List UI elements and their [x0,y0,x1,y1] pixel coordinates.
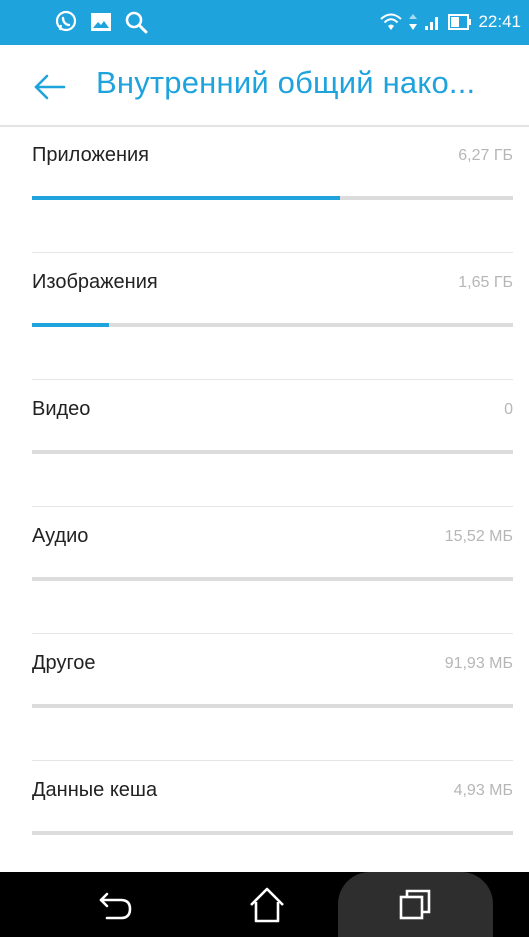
storage-item-size: 0 [504,401,513,418]
status-bar-system: 22:41 [380,6,521,38]
storage-usage-fill [32,196,340,200]
back-icon [99,892,132,919]
storage-item-size: 1,65 ГБ [458,274,513,291]
storage-category-list: Приложения 6,27 ГБ Изображения 1,65 ГБ В… [0,126,529,888]
storage-item-size: 15,52 МБ [444,528,513,545]
storage-item-label: Изображения [32,271,158,293]
storage-usage-bar [32,450,513,454]
storage-item-audio[interactable]: Аудио 15,52 МБ [32,507,513,634]
storage-item-label: Данные кеша [32,779,158,801]
storage-item-size: 4,93 МБ [453,782,513,799]
storage-usage-bar [32,831,513,835]
storage-usage-bar [32,323,513,327]
nav-back-button[interactable] [82,872,152,937]
recents-icon [399,889,431,919]
status-bar-notifications [54,6,148,38]
wifi-icon [380,13,403,31]
storage-item-cache[interactable]: Данные кеша 4,93 МБ [32,761,513,888]
arrow-left-icon [34,74,66,100]
storage-item-label: Другое [32,652,96,674]
storage-usage-bar [32,704,513,708]
storage-usage-fill [32,323,109,327]
storage-item-apps[interactable]: Приложения 6,27 ГБ [32,126,513,253]
search-icon [124,10,148,34]
nav-home-button[interactable] [232,872,302,937]
storage-item-video[interactable]: Видео 0 [32,380,513,507]
storage-usage-bar [32,577,513,581]
storage-item-size: 91,93 МБ [444,655,513,672]
storage-item-label: Видео [32,398,91,420]
gallery-icon [90,11,112,33]
storage-item-other[interactable]: Другое 91,93 МБ [32,634,513,761]
signal-icon [424,13,442,31]
battery-icon [448,13,472,31]
storage-item-label: Аудио [32,525,89,547]
app-bar: Внутренний общий нако... [0,45,529,127]
nav-recents-button[interactable] [380,872,450,937]
page-title: Внутренний общий нако... [96,65,476,100]
back-button[interactable] [30,67,70,107]
home-icon [250,887,284,922]
storage-item-size: 6,27 ГБ [458,147,513,164]
data-arrows-icon [408,13,418,31]
storage-item-label: Приложения [32,144,150,166]
storage-usage-bar [32,196,513,200]
navigation-bar [0,872,529,937]
storage-item-images[interactable]: Изображения 1,65 ГБ [32,253,513,380]
status-bar: 22:41 [0,0,529,45]
status-time: 22:41 [478,12,521,31]
viber-icon [54,10,78,34]
